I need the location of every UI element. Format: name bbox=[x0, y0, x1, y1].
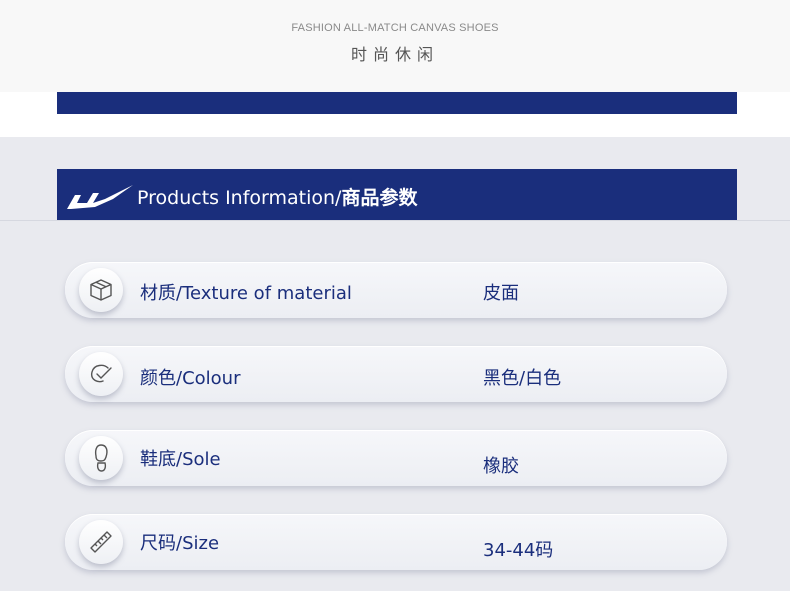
spec-value: 橡胶 bbox=[483, 456, 519, 477]
spec-value: 34-44码 bbox=[483, 540, 554, 561]
top-banner: FASHION ALL-MATCH CANVAS SHOES 时尚休闲 bbox=[0, 0, 790, 137]
section-title-cn: 商品参数 bbox=[341, 187, 418, 209]
box-icon bbox=[90, 279, 112, 301]
spec-label: 材质/Texture of material bbox=[140, 283, 352, 304]
brand-logo-icon bbox=[67, 185, 133, 209]
top-accent-bar bbox=[57, 92, 737, 114]
top-header: FASHION ALL-MATCH CANVAS SHOES 时尚休闲 bbox=[0, 0, 790, 92]
section-header: Products Information/商品参数 bbox=[57, 169, 737, 220]
spec-label: 尺码/Size bbox=[140, 533, 220, 554]
spec-icon-holder bbox=[79, 268, 123, 312]
spec-row-colour: 颜色/Colour 黑色/白色 bbox=[65, 346, 727, 402]
shoe-sole-icon bbox=[94, 444, 108, 472]
section-divider bbox=[0, 220, 790, 221]
spec-icon-holder bbox=[79, 520, 123, 564]
spec-label: 鞋底/Sole bbox=[140, 449, 221, 470]
section-title: Products Information/商品参数 bbox=[137, 183, 417, 210]
spec-icon-holder bbox=[79, 436, 123, 480]
spec-row-material: 材质/Texture of material 皮面 bbox=[65, 262, 727, 318]
ruler-icon bbox=[90, 531, 112, 553]
spec-row-size: 尺码/Size 34-44码 bbox=[65, 514, 727, 570]
spec-row-sole: 鞋底/Sole 橡胶 bbox=[65, 430, 727, 486]
spec-value: 皮面 bbox=[483, 283, 519, 304]
header-title: 时尚休闲 bbox=[350, 45, 439, 64]
header-subtitle: FASHION ALL-MATCH CANVAS SHOES bbox=[291, 22, 499, 34]
spec-label: 颜色/Colour bbox=[140, 368, 241, 389]
color-swatch-icon bbox=[90, 364, 112, 383]
section-title-en: Products Information/ bbox=[137, 187, 342, 209]
spec-value: 黑色/白色 bbox=[483, 368, 562, 389]
spec-icon-holder bbox=[79, 352, 123, 396]
